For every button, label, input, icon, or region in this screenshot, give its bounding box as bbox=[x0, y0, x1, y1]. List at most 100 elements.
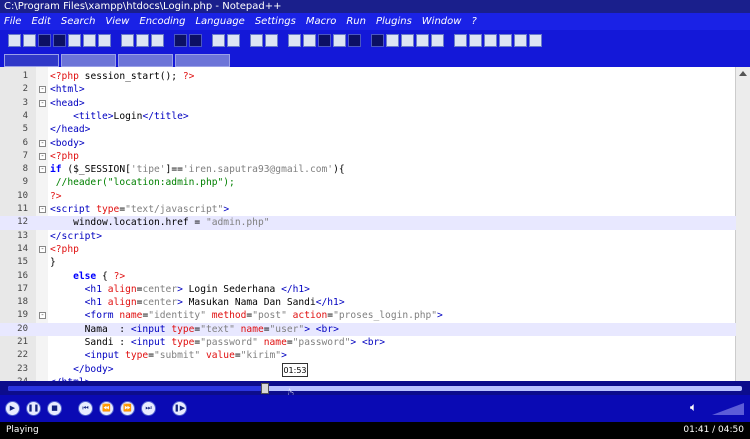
seek-time-tooltip: 01:53 bbox=[282, 363, 308, 377]
speaker-icon[interactable]: 🔈︎ bbox=[690, 400, 697, 415]
close-icon[interactable] bbox=[68, 33, 81, 47]
stop-macro-icon[interactable] bbox=[386, 33, 399, 47]
sync-horizontal-icon[interactable] bbox=[303, 33, 316, 47]
play-icon[interactable]: ▶ bbox=[5, 401, 20, 416]
code-line[interactable]: 14 - <?php bbox=[0, 243, 736, 256]
code-line[interactable]: 10 ?> bbox=[0, 190, 736, 203]
menu-item-language[interactable]: Language bbox=[195, 13, 244, 30]
code-line[interactable]: 12 window.location.href = "admin.php" bbox=[0, 216, 736, 230]
arrow-up-icon[interactable] bbox=[469, 33, 482, 47]
code-line[interactable]: 18 <h1 align=center> Masukan Nama Dan Sa… bbox=[0, 296, 736, 309]
next-icon[interactable]: ⏭ bbox=[141, 401, 156, 416]
code-line[interactable]: 19 - <form name="identity" method="post" … bbox=[0, 309, 736, 322]
seek-bar[interactable] bbox=[8, 383, 742, 394]
run-macro-multiple-icon[interactable] bbox=[416, 33, 429, 47]
menu-item-plugins[interactable]: Plugins bbox=[376, 13, 412, 30]
code-line[interactable]: 22 <input type="submit" value="kirim"> bbox=[0, 349, 736, 362]
fast-forward-icon[interactable]: ⏩ bbox=[120, 401, 135, 416]
save-macro-icon[interactable] bbox=[431, 33, 444, 47]
code-line[interactable]: 4 <title>Login</title> bbox=[0, 110, 736, 123]
menu-item-help[interactable]: ? bbox=[471, 13, 476, 30]
code-line[interactable]: 5 </head> bbox=[0, 123, 736, 136]
code-line[interactable]: 20 Nama : <input type="text" name="user"… bbox=[0, 322, 736, 336]
menu-item-macro[interactable]: Macro bbox=[306, 13, 336, 30]
code-text: <h1 align=center> Login Sederhana </h1> bbox=[84, 283, 310, 295]
menu-item-settings[interactable]: Settings bbox=[255, 13, 296, 30]
print-icon[interactable] bbox=[98, 33, 111, 47]
find-icon[interactable] bbox=[212, 33, 225, 47]
code-line[interactable]: 1 <?php session_start(); ?> bbox=[0, 70, 736, 83]
dropdown-icon[interactable] bbox=[514, 33, 527, 47]
sync-vertical-icon[interactable] bbox=[288, 33, 301, 47]
copy-icon[interactable] bbox=[136, 33, 149, 47]
fold-toggle-icon[interactable]: - bbox=[39, 86, 46, 94]
code-line[interactable]: 3 - <head> bbox=[0, 97, 736, 110]
previous-icon[interactable]: ⏮ bbox=[78, 401, 93, 416]
code-editor[interactable]: 1 <?php session_start(); ?> 2- <html> 3- <hea… bbox=[0, 67, 750, 381]
scroll-up-icon[interactable] bbox=[739, 71, 747, 76]
seek-thumb[interactable] bbox=[260, 383, 269, 394]
menu-item-run[interactable]: Run bbox=[346, 13, 366, 30]
tab-file-4[interactable] bbox=[175, 54, 230, 67]
cut-icon[interactable] bbox=[121, 33, 134, 47]
redo-icon[interactable] bbox=[189, 33, 202, 47]
code-line[interactable]: 13 </script> bbox=[0, 230, 736, 243]
fold-toggle-icon[interactable]: - bbox=[39, 245, 46, 253]
code-line[interactable]: 16 else { ?> bbox=[0, 270, 736, 283]
menu-item-window[interactable]: Window bbox=[422, 13, 462, 30]
list-icon[interactable] bbox=[499, 33, 512, 47]
frame-step-icon[interactable]: ❚▶ bbox=[172, 401, 187, 416]
fold-toggle-icon[interactable]: - bbox=[39, 99, 46, 107]
code-line[interactable]: 9 //header("location:admin.php"); bbox=[0, 176, 736, 189]
word-wrap-icon[interactable] bbox=[318, 33, 331, 47]
code-line[interactable]: 15} bbox=[0, 256, 736, 269]
save-icon[interactable] bbox=[38, 33, 51, 47]
fold-toggle-icon[interactable]: - bbox=[39, 166, 46, 174]
vertical-scrollbar[interactable] bbox=[735, 67, 750, 381]
code-text: <?php bbox=[50, 150, 79, 162]
record-macro-icon[interactable] bbox=[371, 33, 384, 47]
menu-item-view[interactable]: View bbox=[105, 13, 129, 30]
open-file-icon[interactable] bbox=[23, 33, 36, 47]
arrow-down-icon[interactable] bbox=[484, 33, 497, 47]
play-macro-icon[interactable] bbox=[401, 33, 414, 47]
zoom-out-icon[interactable] bbox=[265, 33, 278, 47]
menu-item-file[interactable]: File bbox=[4, 13, 21, 30]
code-line[interactable]: 8 - if ($_SESSION['tipe']=='iren.saputra93… bbox=[0, 163, 736, 176]
replace-icon[interactable] bbox=[227, 33, 240, 47]
fold-toggle-icon[interactable]: - bbox=[39, 206, 46, 213]
code-line[interactable]: 11 - <script type="text/javascript"> bbox=[0, 203, 736, 216]
tab-file-3[interactable] bbox=[118, 54, 173, 67]
fold-toggle-icon[interactable]: - bbox=[39, 312, 46, 320]
zoom-in-icon[interactable] bbox=[250, 33, 263, 47]
code-text: <title>Login</title> bbox=[73, 110, 189, 122]
indent-guide-icon[interactable] bbox=[348, 33, 361, 47]
code-line[interactable]: 2 - <html> bbox=[0, 83, 736, 96]
spellcheck-icon[interactable] bbox=[529, 33, 542, 47]
fold-toggle-icon[interactable]: - bbox=[39, 152, 46, 160]
menu-item-edit[interactable]: Edit bbox=[31, 13, 50, 30]
code-text: <?php session_start(); ?> bbox=[50, 71, 195, 82]
stop-icon[interactable]: ■ bbox=[47, 401, 62, 416]
pause-icon[interactable]: ❚❚ bbox=[26, 401, 41, 416]
code-text: </body> bbox=[73, 363, 114, 375]
menu-item-search[interactable]: Search bbox=[61, 13, 96, 30]
code-line[interactable]: 6 - <body> bbox=[0, 137, 736, 150]
new-file-icon[interactable] bbox=[8, 33, 21, 47]
menu-item-encoding[interactable]: Encoding bbox=[139, 13, 185, 30]
tab-file-2[interactable] bbox=[61, 54, 116, 67]
code-line[interactable]: 21 Sandi : <input type="password" name="… bbox=[0, 336, 736, 349]
fold-toggle-icon[interactable]: - bbox=[39, 139, 46, 147]
code-line[interactable]: 17 <h1 align=center> Login Sederhana </h… bbox=[0, 283, 736, 296]
line-number: 12 bbox=[17, 217, 28, 228]
tab-login-php[interactable] bbox=[4, 54, 59, 67]
close-all-icon[interactable] bbox=[83, 33, 96, 47]
undo-icon[interactable] bbox=[174, 33, 187, 47]
rewind-icon[interactable]: ⏪ bbox=[99, 401, 114, 416]
paste-icon[interactable] bbox=[151, 33, 164, 47]
code-line[interactable]: 23 </body> bbox=[0, 363, 736, 376]
panel-icon[interactable] bbox=[454, 33, 467, 47]
code-line[interactable]: 7 - <?php bbox=[0, 150, 736, 163]
show-all-chars-icon[interactable] bbox=[333, 33, 346, 47]
save-all-icon[interactable] bbox=[53, 33, 66, 47]
